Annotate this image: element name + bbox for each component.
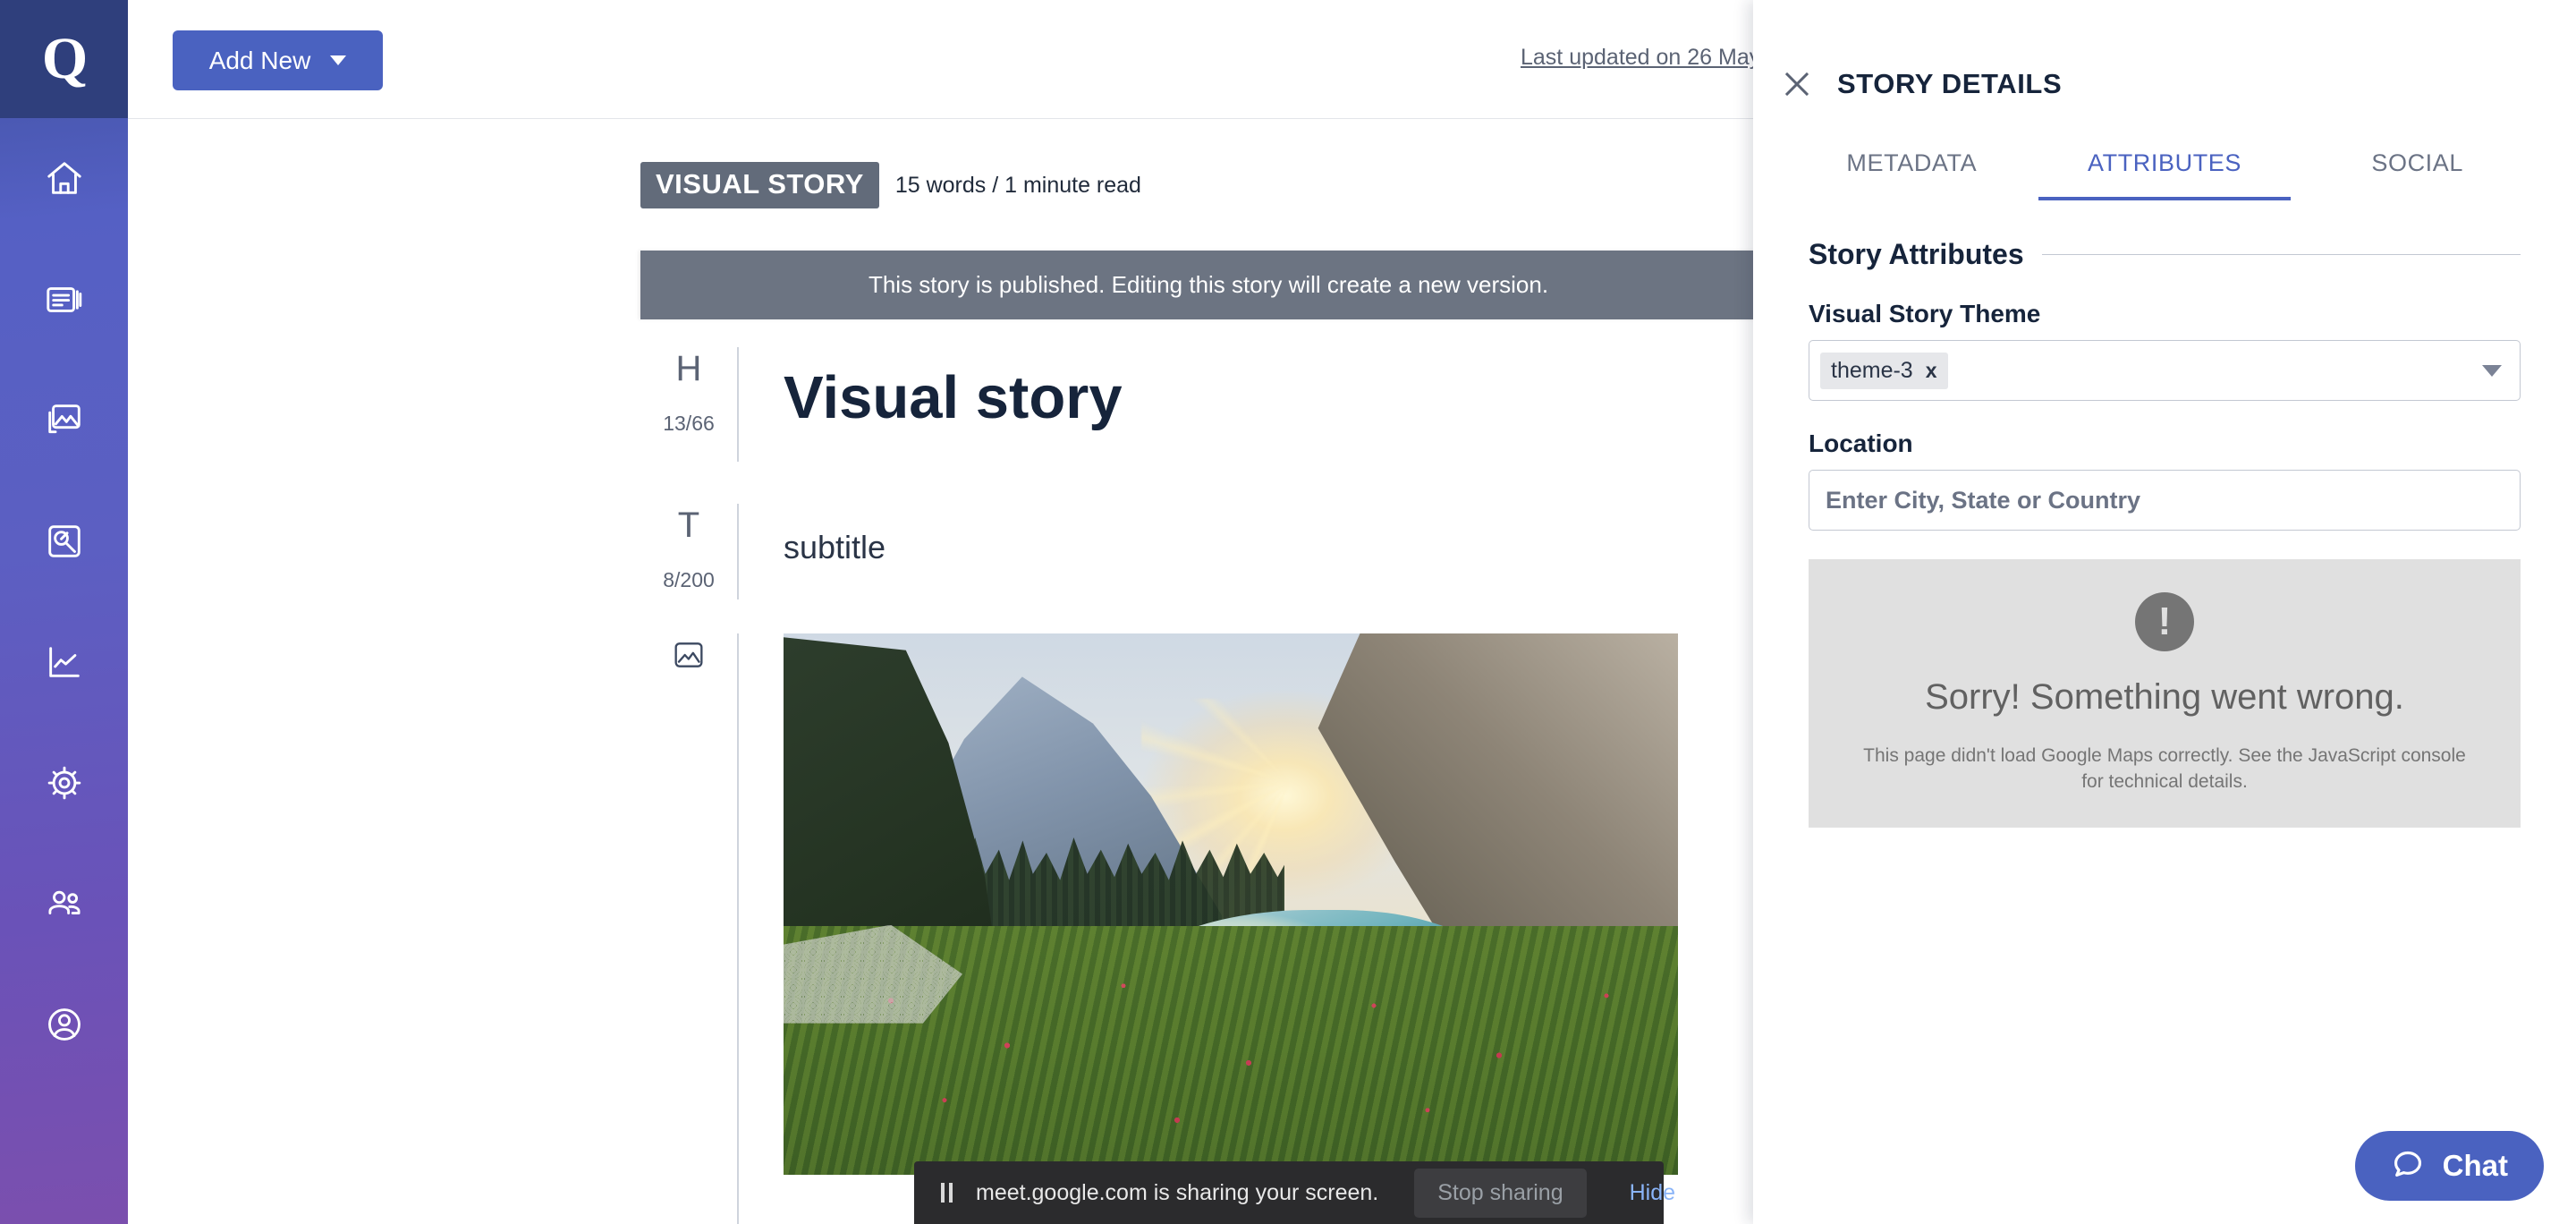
map-error-detail: This page didn't load Google Maps correc… <box>1863 744 2466 792</box>
image-wrench-icon <box>44 521 85 562</box>
screen-share-notification: meet.google.com is sharing your screen. … <box>914 1161 1675 1224</box>
subtitle-char-count: 8/200 <box>663 568 715 591</box>
cards-icon <box>44 279 85 320</box>
story-details-panel: STORY DETAILS METADATA ATTRIBUTES SOCIAL… <box>1753 0 2576 1224</box>
sidebar-item-home[interactable] <box>0 118 128 239</box>
pause-icon <box>941 1183 953 1203</box>
panel-tabs: METADATA ATTRIBUTES SOCIAL <box>1753 149 2576 200</box>
image-icon <box>671 637 707 677</box>
title-char-count: 13/66 <box>663 412 715 435</box>
location-label: Location <box>1809 429 1913 457</box>
subtitle-input[interactable]: subtitle <box>739 504 886 599</box>
add-new-button[interactable]: Add New <box>173 30 383 90</box>
tab-attributes[interactable]: ATTRIBUTES <box>2038 149 2292 200</box>
add-new-label: Add New <box>208 46 311 74</box>
gear-icon <box>44 762 85 803</box>
user-circle-icon <box>44 1004 85 1045</box>
sidebar-item-image-tools[interactable] <box>0 480 128 601</box>
alert-icon: ! <box>2135 591 2194 651</box>
title-gutter: H 13/66 <box>640 347 739 462</box>
close-icon[interactable] <box>1780 67 1814 101</box>
hide-button[interactable]: Hide <box>1630 1180 1675 1206</box>
chip-remove-icon[interactable]: x <box>1926 359 1937 383</box>
tab-metadata[interactable]: METADATA <box>1785 149 2038 200</box>
share-message: meet.google.com is sharing your screen. <box>976 1179 1379 1205</box>
panel-body: Story Attributes Visual Story Theme them… <box>1753 200 2576 828</box>
story-type-badge: VISUAL STORY <box>640 162 879 208</box>
theme-chip-label: theme-3 <box>1831 357 1913 383</box>
chevron-down-icon[interactable] <box>2482 364 2502 377</box>
text-mark: T <box>677 506 700 545</box>
people-icon <box>44 883 85 924</box>
brand-logo-glyph: Q <box>41 26 88 91</box>
subtitle-block: T 8/200 subtitle <box>640 504 886 599</box>
image-gutter <box>640 633 739 1224</box>
home-icon <box>44 158 85 200</box>
panel-title: STORY DETAILS <box>1837 68 2063 99</box>
sidebar-item-account[interactable] <box>0 964 128 1084</box>
sidebar-item-stories[interactable] <box>0 239 128 360</box>
sidebar-item-members[interactable] <box>0 843 128 964</box>
chat-button[interactable]: Chat <box>2354 1131 2544 1201</box>
location-input[interactable] <box>1809 470 2521 531</box>
section-title: Story Attributes <box>1809 238 2024 270</box>
tab-social[interactable]: SOCIAL <box>2291 149 2544 200</box>
sidebar-item-analytics[interactable] <box>0 601 128 722</box>
sidebar-item-media[interactable] <box>0 360 128 480</box>
app-root: Q Add New Last updated on 26 May 2021, 0… <box>0 0 2576 1224</box>
panel-header: STORY DETAILS <box>1753 0 2576 101</box>
story-attributes-heading: Story Attributes <box>1809 238 2521 271</box>
left-nav-rail: Q <box>0 0 128 1224</box>
title-block: H 13/66 Visual story <box>640 347 1123 462</box>
title-input[interactable]: Visual story <box>739 347 1123 462</box>
theme-chip: theme-3 x <box>1820 352 1948 389</box>
word-count-label: 15 words / 1 minute read <box>894 172 1141 198</box>
visual-story-theme-select[interactable]: theme-3 x <box>1809 340 2521 401</box>
sidebar-item-settings[interactable] <box>0 722 128 843</box>
hero-image-body: Delete Set Focus Point Replace Hero Imag… <box>739 633 2510 1224</box>
hero-image-block: Delete Set Focus Point Replace Hero Imag… <box>640 633 2510 1224</box>
published-banner-text: This story is published. Editing this st… <box>868 271 1549 298</box>
section-divider <box>2041 254 2521 255</box>
map-error-panel: ! Sorry! Something went wrong. This page… <box>1809 559 2521 828</box>
chart-line-icon <box>44 642 85 683</box>
chevron-down-icon <box>330 55 347 65</box>
brand-logo[interactable]: Q <box>0 0 128 118</box>
stop-sharing-button[interactable]: Stop sharing <box>1414 1168 1587 1218</box>
visual-story-theme-label: Visual Story Theme <box>1809 300 2041 327</box>
story-meta-row: VISUAL STORY 15 words / 1 minute read <box>640 162 1141 208</box>
chat-label: Chat <box>2442 1149 2508 1182</box>
heading-mark: H <box>675 349 702 388</box>
map-error-headline: Sorry! Something went wrong. <box>1925 676 2404 717</box>
image-icon <box>44 400 85 441</box>
hero-image[interactable] <box>784 633 1678 1175</box>
published-banner: This story is published. Editing this st… <box>640 251 1776 319</box>
subtitle-gutter: T 8/200 <box>640 504 739 599</box>
chat-bubble-icon <box>2391 1147 2425 1186</box>
